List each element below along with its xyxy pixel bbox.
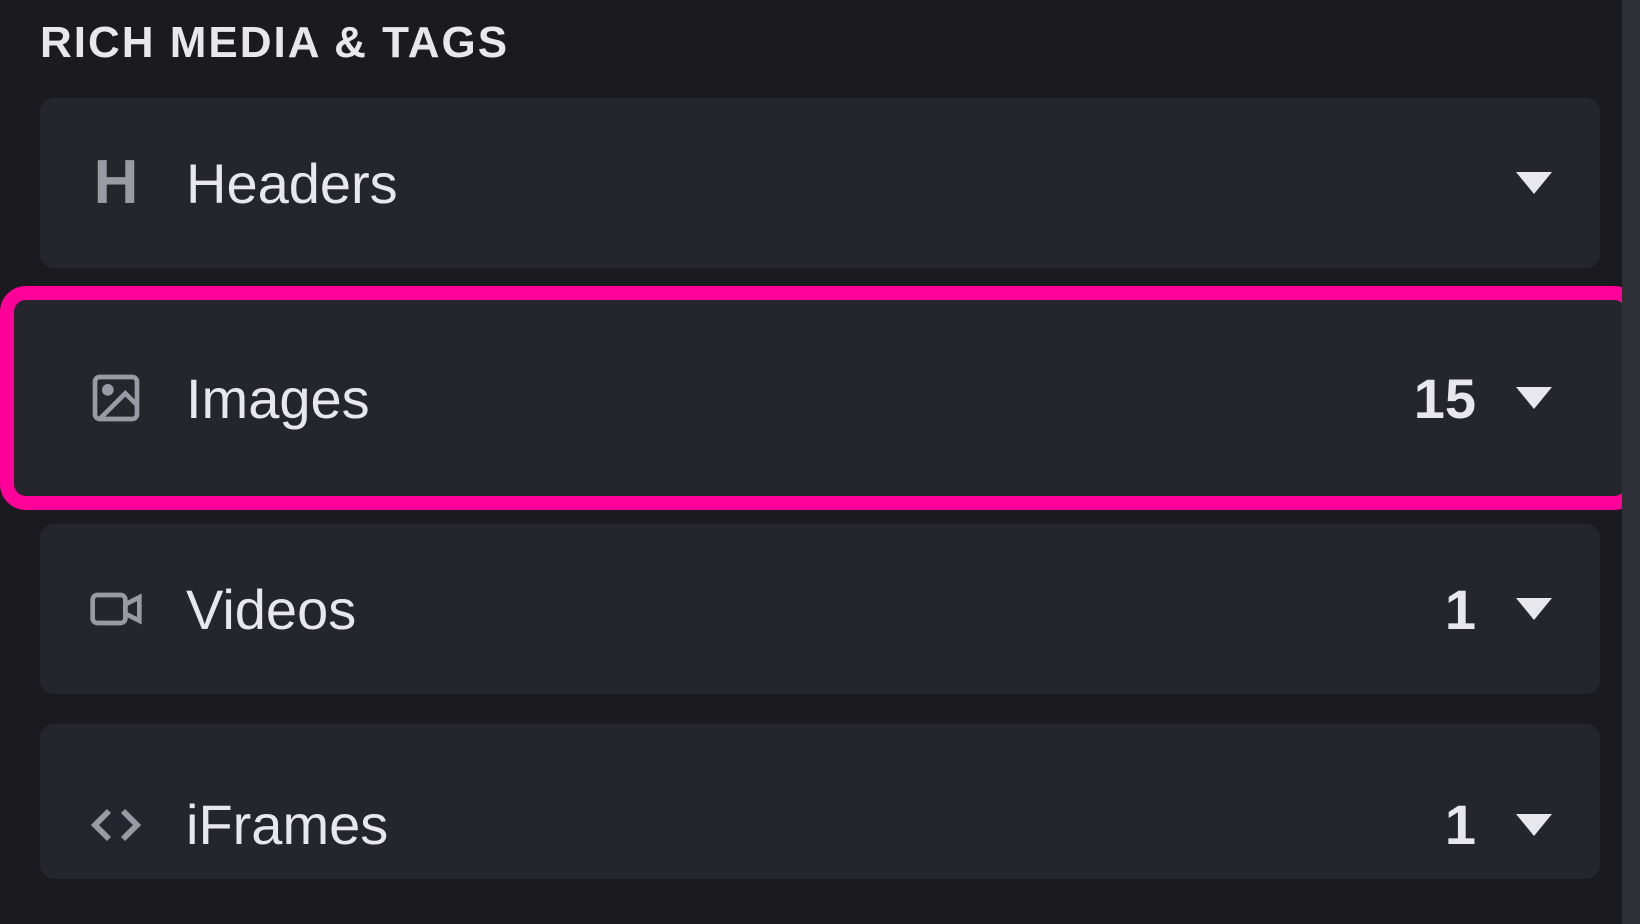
item-right: 1 <box>1445 754 1552 857</box>
item-right: 15 <box>1414 366 1552 431</box>
item-left: Videos <box>88 577 1445 642</box>
chevron-down-icon <box>1516 172 1552 194</box>
code-icon <box>88 797 144 853</box>
header-h-icon: H <box>88 155 144 211</box>
items-list: H Headers Images <box>0 98 1640 879</box>
item-count-images: 15 <box>1414 366 1476 431</box>
chevron-down-icon <box>1516 814 1552 836</box>
item-left: iFrames <box>88 754 1445 857</box>
item-row-headers[interactable]: H Headers <box>40 98 1600 268</box>
video-icon <box>88 581 144 637</box>
image-icon <box>88 370 144 426</box>
item-label-videos: Videos <box>186 577 356 642</box>
rich-media-panel: RICH MEDIA & TAGS H Headers <box>0 0 1640 879</box>
item-count-videos: 1 <box>1445 577 1476 642</box>
item-right <box>1476 172 1552 194</box>
item-row-images[interactable]: Images 15 <box>12 298 1628 498</box>
section-title: RICH MEDIA & TAGS <box>0 0 1640 98</box>
scrollbar[interactable] <box>1622 0 1640 924</box>
item-label-images: Images <box>186 366 370 431</box>
item-count-iframes: 1 <box>1445 792 1476 857</box>
item-left: H Headers <box>88 151 1476 216</box>
item-right: 1 <box>1445 577 1552 642</box>
chevron-down-icon <box>1516 387 1552 409</box>
item-left: Images <box>88 366 1414 431</box>
chevron-down-icon <box>1516 598 1552 620</box>
item-label-headers: Headers <box>186 151 398 216</box>
item-row-iframes[interactable]: iFrames 1 <box>40 724 1600 879</box>
item-label-iframes: iFrames <box>186 792 388 857</box>
item-row-videos[interactable]: Videos 1 <box>40 524 1600 694</box>
